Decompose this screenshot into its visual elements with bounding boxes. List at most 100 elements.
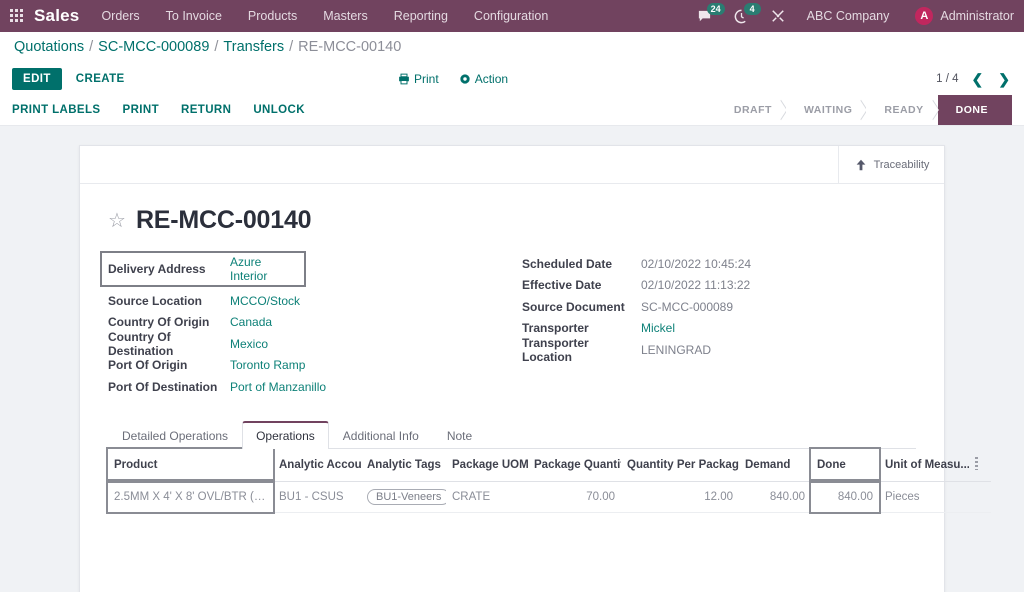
column-header-unit-of-measure[interactable]: Unit of Measu... [879, 449, 969, 482]
company-selector[interactable]: ABC Company [807, 9, 890, 23]
nav-item-to-invoice[interactable]: To Invoice [166, 9, 222, 23]
field-label: Scheduled Date [522, 257, 641, 271]
control-panel-row-buttons: PRINT LABELS PRINT RETURN UNLOCK DRAFT W… [0, 95, 1024, 125]
field-source-location[interactable]: Source Location MCCO/Stock [108, 290, 502, 312]
edit-button[interactable]: EDIT [12, 68, 62, 90]
cell-analytic-account[interactable]: BU1 - CSUS [273, 481, 361, 512]
column-header-package-uom[interactable]: Package UOM [446, 449, 528, 482]
field-label: Port Of Origin [108, 358, 230, 372]
tab-operations[interactable]: Operations [242, 421, 329, 449]
field-delivery-address[interactable]: Delivery Address Azure Interior [102, 253, 304, 285]
field-label: Transporter Location [522, 336, 641, 364]
column-options-button[interactable] [969, 449, 991, 482]
create-button[interactable]: CREATE [68, 68, 133, 90]
status-draft[interactable]: DRAFT [716, 95, 786, 125]
cell-demand[interactable]: 840.00 [739, 481, 811, 512]
column-header-done[interactable]: Done [811, 449, 879, 482]
field-value[interactable]: Toronto Ramp [230, 358, 305, 372]
debug-tools-button[interactable] [771, 9, 785, 23]
cell-analytic-tags[interactable]: BU1-Veneers [361, 481, 446, 512]
traceability-label: Traceability [874, 159, 930, 171]
cell-package-quantity[interactable]: 70.00 [528, 481, 621, 512]
field-port-of-destination[interactable]: Port Of Destination Port of Manzanillo [108, 376, 502, 398]
tools-icon [771, 9, 785, 23]
activities-button[interactable]: 4 [734, 9, 749, 24]
table-row[interactable]: 2.5MM X 4' X 8' OVL/BTR (IHP.. BU1 - CSU… [108, 481, 991, 512]
notebook: Detailed Operations Operations Additiona… [108, 420, 916, 592]
column-header-analytic-tags[interactable]: Analytic Tags [361, 449, 446, 482]
print-button[interactable]: PRINT [123, 104, 160, 116]
status-bar: DRAFT WAITING READY DONE [716, 95, 1012, 125]
form-column-right: Scheduled Date 02/10/2022 10:45:24 Effec… [522, 253, 916, 398]
field-port-of-origin[interactable]: Port Of Origin Toronto Ramp [108, 355, 502, 377]
breadcrumb-item-quotations[interactable]: Quotations [14, 39, 84, 55]
top-navbar: Sales Orders To Invoice Products Masters… [0, 0, 1024, 32]
tab-note[interactable]: Note [433, 421, 486, 449]
breadcrumb-separator: / [289, 39, 293, 55]
notebook-tabs: Detailed Operations Operations Additiona… [108, 420, 916, 449]
form-grid: Delivery Address Azure Interior Source L… [108, 253, 916, 398]
pager-next-button[interactable]: ❯ [996, 72, 1012, 86]
cell-unit-of-measure[interactable]: Pieces [879, 481, 969, 512]
action-menu[interactable]: Action [459, 72, 508, 86]
operations-table: Product Analytic Account Analytic Tags P… [108, 449, 991, 513]
column-header-quantity-per-package[interactable]: Quantity Per Package [621, 449, 739, 482]
field-scheduled-date[interactable]: Scheduled Date 02/10/2022 10:45:24 [522, 253, 916, 275]
breadcrumb-item-transfers[interactable]: Transfers [223, 39, 284, 55]
nav-item-reporting[interactable]: Reporting [394, 9, 448, 23]
cell-package-uom[interactable]: CRATE [446, 481, 528, 512]
breadcrumb-item-order[interactable]: SC-MCC-000089 [98, 39, 209, 55]
user-menu[interactable]: A Administrator [915, 7, 1014, 25]
field-value[interactable]: Mickel [641, 321, 675, 335]
print-labels-button[interactable]: PRINT LABELS [12, 104, 101, 116]
breadcrumb-separator: / [214, 39, 218, 55]
cell-quantity-per-package[interactable]: 12.00 [621, 481, 739, 512]
field-label: Port Of Destination [108, 380, 230, 394]
pager-group: 1 / 4 ❮ ❯ [936, 72, 1012, 86]
breadcrumb-item-current: RE-MCC-00140 [298, 39, 401, 55]
nav-item-orders[interactable]: Orders [101, 9, 139, 23]
user-name: Administrator [940, 9, 1014, 23]
cell-done[interactable]: 840.00 [811, 481, 879, 512]
column-header-package-quantity[interactable]: Package Quantity [528, 449, 621, 482]
tab-additional-info[interactable]: Additional Info [329, 421, 433, 449]
status-done[interactable]: DONE [938, 95, 1012, 125]
form-column-left: Delivery Address Azure Interior Source L… [108, 253, 522, 398]
field-value[interactable]: Azure Interior [230, 255, 298, 283]
status-waiting[interactable]: WAITING [786, 95, 866, 125]
table-header-row: Product Analytic Account Analytic Tags P… [108, 449, 991, 482]
field-value[interactable]: Port of Manzanillo [230, 380, 326, 394]
apps-grid-icon[interactable] [10, 9, 24, 23]
field-value[interactable]: Mexico [230, 337, 268, 351]
analytic-tag-pill: BU1-Veneers [367, 489, 446, 505]
column-header-analytic-account[interactable]: Analytic Account [273, 449, 361, 482]
tab-detailed-operations[interactable]: Detailed Operations [108, 421, 242, 449]
nav-item-configuration[interactable]: Configuration [474, 9, 548, 23]
field-transporter-location[interactable]: Transporter Location LENINGRAD [522, 339, 916, 361]
traceability-button[interactable]: Traceability [838, 146, 944, 183]
star-outline-icon[interactable]: ☆ [108, 211, 126, 231]
messages-button[interactable]: 24 [697, 9, 712, 24]
field-label: Source Document [522, 300, 641, 314]
print-menu[interactable]: Print [398, 72, 439, 86]
unlock-button[interactable]: UNLOCK [253, 104, 305, 116]
field-effective-date[interactable]: Effective Date 02/10/2022 11:13:22 [522, 275, 916, 297]
cell-options [969, 481, 991, 512]
nav-item-masters[interactable]: Masters [323, 9, 367, 23]
field-source-document[interactable]: Source Document SC-MCC-000089 [522, 296, 916, 318]
field-value[interactable]: MCCO/Stock [230, 294, 300, 308]
pager-previous-button[interactable]: ❮ [970, 72, 986, 86]
breadcrumb: Quotations / SC-MCC-000089 / Transfers /… [0, 32, 1024, 62]
column-header-product[interactable]: Product [108, 449, 273, 482]
field-country-of-destination[interactable]: Country Of Destination Mexico [108, 333, 502, 355]
field-value[interactable]: Canada [230, 315, 272, 329]
cell-product[interactable]: 2.5MM X 4' X 8' OVL/BTR (IHP.. [108, 481, 273, 512]
page-title: RE-MCC-00140 [136, 206, 311, 235]
nav-item-products[interactable]: Products [248, 9, 297, 23]
activities-badge: 4 [744, 3, 761, 15]
column-header-demand[interactable]: Demand [739, 449, 811, 482]
return-button[interactable]: RETURN [181, 104, 231, 116]
app-brand[interactable]: Sales [34, 6, 79, 26]
sheet-body: ☆ RE-MCC-00140 Delivery Address Azure In… [80, 184, 944, 592]
control-panel-center-actions: Print Action [398, 72, 508, 86]
